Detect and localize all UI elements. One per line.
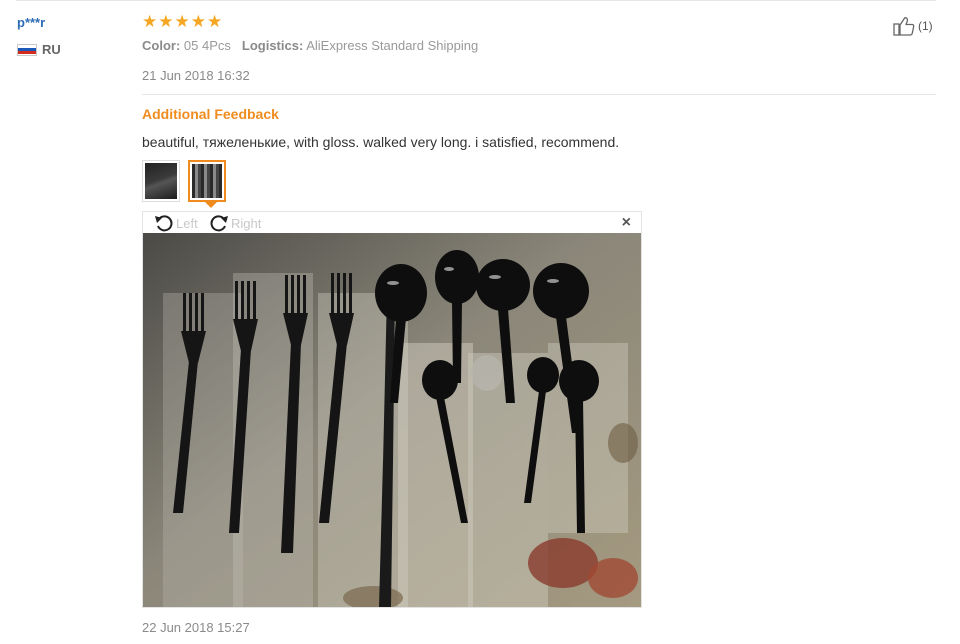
rotate-right-icon [210, 215, 228, 232]
star-icon: ★ [158, 12, 174, 31]
top-divider [16, 0, 936, 1]
star-icon: ★ [207, 12, 223, 31]
additional-feedback-title: Additional Feedback [142, 106, 279, 122]
rotate-left-button[interactable]: Left [154, 214, 198, 232]
color-label: Color: [142, 38, 181, 53]
additional-feedback-date: 22 Jun 2018 15:27 [142, 620, 250, 635]
photo-thumbnail-2-selected[interactable] [188, 160, 226, 202]
rotate-left-icon [155, 215, 173, 232]
rotate-right-button[interactable]: Right [209, 214, 261, 232]
helpful-button[interactable]: (1) [893, 16, 933, 36]
star-icon: ★ [190, 12, 206, 31]
reviewer-country: RU [17, 42, 61, 57]
close-icon[interactable]: × [622, 215, 631, 231]
photo-thumbnail-1[interactable] [142, 160, 180, 202]
flag-ru-icon [17, 43, 37, 56]
additional-feedback-text: beautiful, тяжеленькие, with gloss. walk… [142, 134, 620, 150]
cutlery-photo [143, 233, 641, 607]
rotate-right-label: Right [231, 215, 262, 231]
reviewer-name[interactable]: p***r [17, 15, 45, 30]
star-icon: ★ [142, 12, 158, 31]
rotate-left-label: Left [176, 215, 198, 231]
rating-stars: ★ ★ ★ ★ ★ [142, 13, 222, 31]
color-value: 05 4Pcs [183, 38, 231, 53]
photo-viewer: Left Right × [142, 211, 642, 608]
country-code: RU [42, 42, 61, 57]
review-photo [143, 233, 641, 607]
thumbs-up-icon [893, 17, 915, 36]
star-icon: ★ [174, 12, 190, 31]
review-date: 21 Jun 2018 16:32 [142, 68, 250, 83]
logistics-value: AliExpress Standard Shipping [306, 38, 479, 53]
order-info: Color: 05 4Pcs Logistics: AliExpress Stan… [142, 38, 478, 53]
selected-thumbnail-caret [205, 202, 217, 208]
helpful-count: (1) [918, 19, 933, 33]
logistics-label: Logistics: [241, 38, 304, 53]
section-divider [142, 94, 936, 95]
